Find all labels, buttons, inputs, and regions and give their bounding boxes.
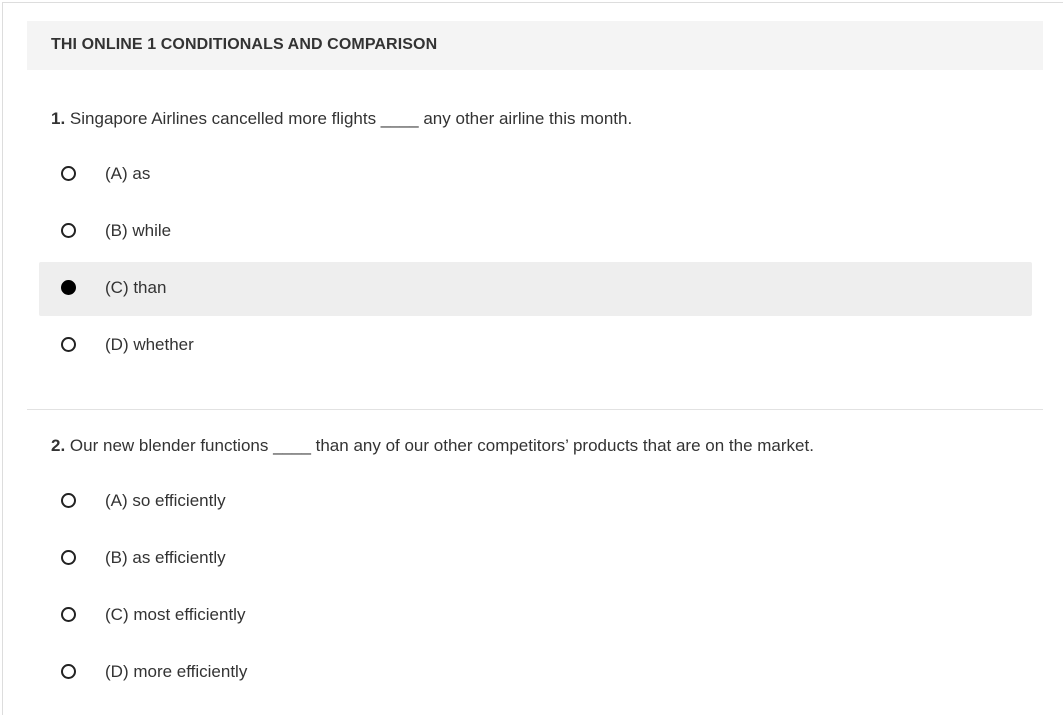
radio-checked-icon[interactable] xyxy=(61,280,76,295)
option-1c[interactable]: (C) than xyxy=(39,262,1032,316)
option-label: (D) more efficiently xyxy=(105,662,248,681)
radio-unchecked-icon[interactable] xyxy=(61,607,76,622)
option-1d[interactable]: (D) whether xyxy=(39,319,1032,373)
option-label: (B) as efficiently xyxy=(105,548,226,567)
radio-unchecked-icon[interactable] xyxy=(61,664,76,679)
question-text: Our new blender functions ____ than any … xyxy=(69,436,814,455)
option-label: (A) so efficiently xyxy=(105,491,226,510)
option-label: (C) than xyxy=(105,278,167,297)
option-label: (D) whether xyxy=(105,335,194,354)
option-2a[interactable]: (A) so efficiently xyxy=(39,475,1032,529)
radio-unchecked-icon[interactable] xyxy=(61,223,76,238)
option-2c[interactable]: (C) most efficiently xyxy=(39,589,1032,643)
radio-unchecked-icon[interactable] xyxy=(61,550,76,565)
option-label: (A) as xyxy=(105,164,151,183)
question-2: 2. Our new blender functions ____ than a… xyxy=(51,436,814,456)
question-number: 2. xyxy=(51,436,66,455)
question-text: Singapore Airlines cancelled more flight… xyxy=(69,109,633,128)
question-divider xyxy=(27,409,1043,410)
option-label: (C) most efficiently xyxy=(105,605,246,624)
radio-unchecked-icon[interactable] xyxy=(61,166,76,181)
question-1: 1. Singapore Airlines cancelled more fli… xyxy=(51,109,632,129)
radio-unchecked-icon[interactable] xyxy=(61,337,76,352)
radio-unchecked-icon[interactable] xyxy=(61,493,76,508)
option-2d[interactable]: (D) more efficiently xyxy=(39,646,1032,700)
option-1b[interactable]: (B) while xyxy=(39,205,1032,259)
option-2b[interactable]: (B) as efficiently xyxy=(39,532,1032,586)
question-number: 1. xyxy=(51,109,66,128)
option-1a[interactable]: (A) as xyxy=(39,148,1032,202)
quiz-title: THI ONLINE 1 CONDITIONALS AND COMPARISON xyxy=(51,36,438,53)
quiz-header: THI ONLINE 1 CONDITIONALS AND COMPARISON xyxy=(27,21,1043,70)
option-label: (B) while xyxy=(105,221,172,240)
